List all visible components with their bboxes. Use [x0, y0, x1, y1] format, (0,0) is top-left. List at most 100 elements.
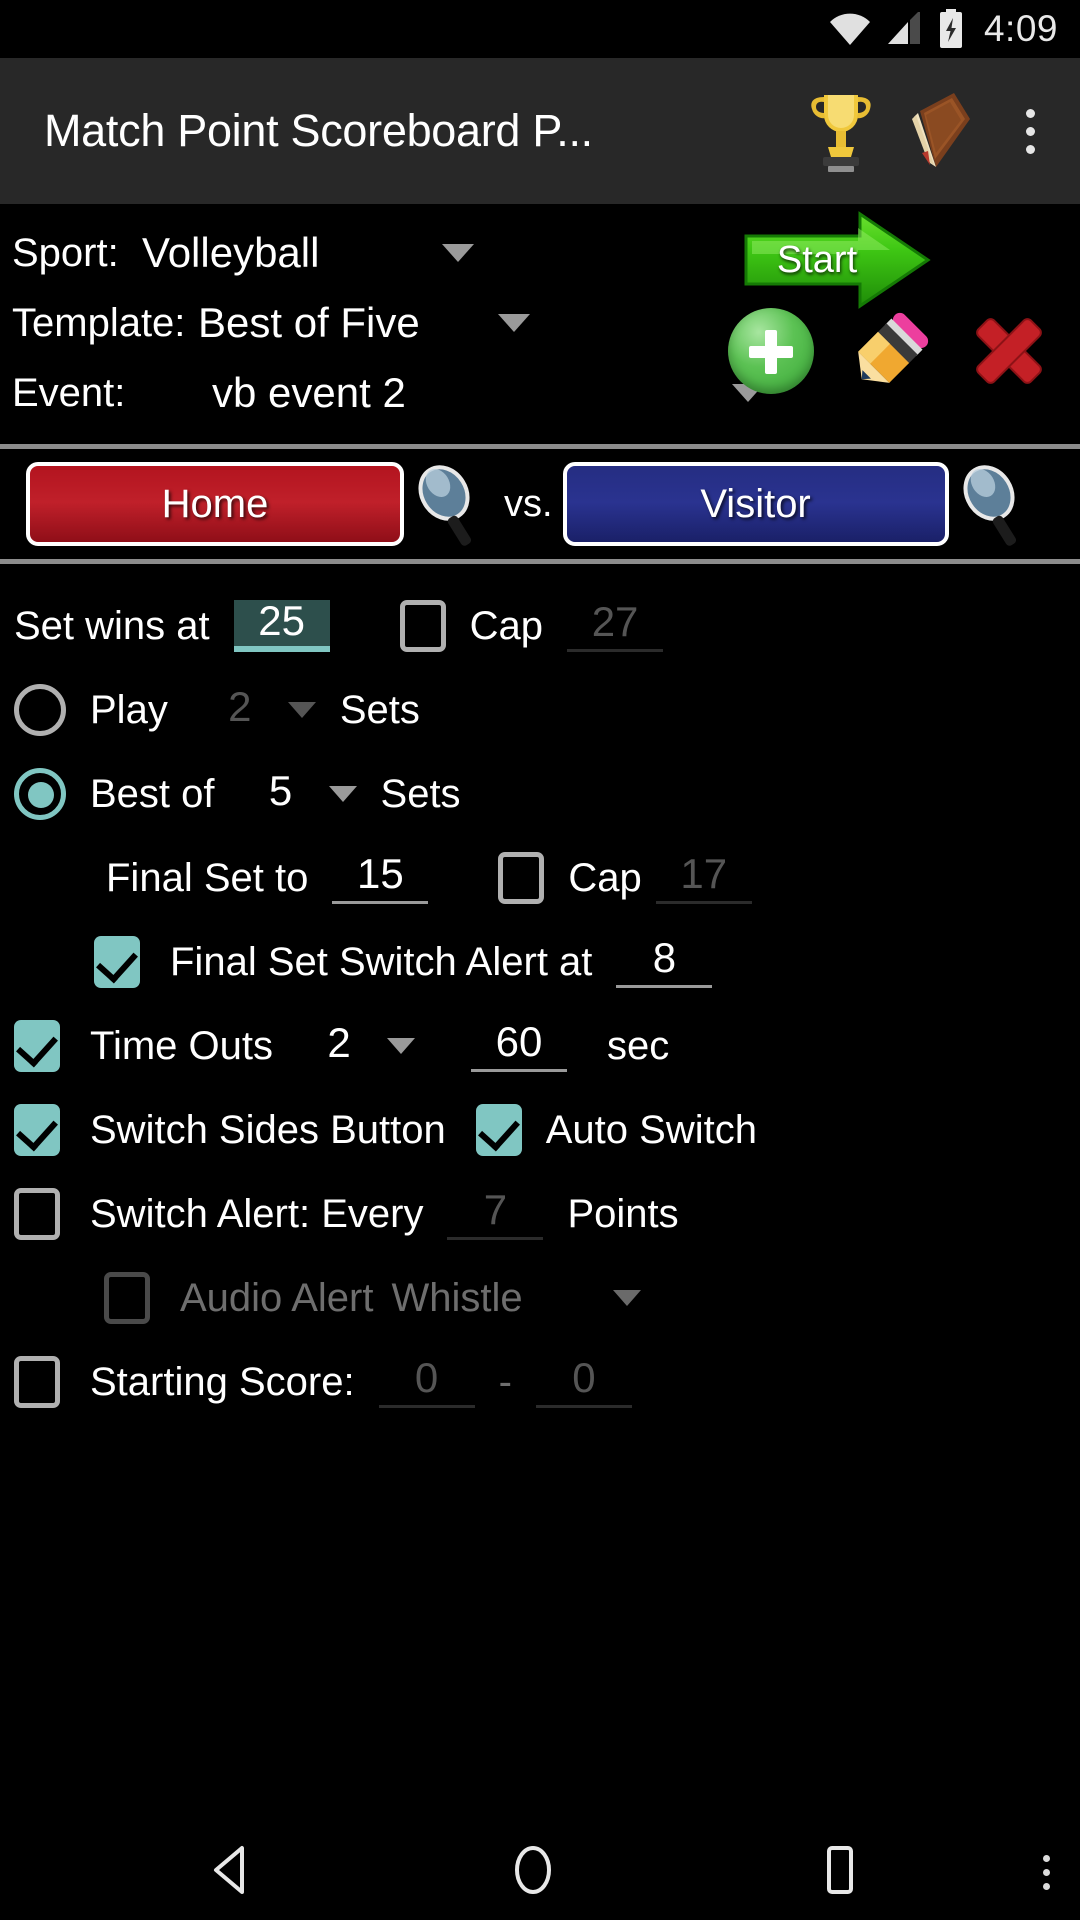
auto-switch-checkbox[interactable] [475, 1104, 522, 1156]
start-label: Start [776, 238, 858, 281]
final-switch-alert-row: Final Set Switch Alert at 8 [14, 920, 1080, 1004]
starting-score-separator: - [498, 1359, 512, 1404]
chevron-down-icon[interactable] [612, 1290, 641, 1306]
switch-alert-checkbox[interactable] [14, 1188, 60, 1240]
home-team-search-icon[interactable] [410, 461, 488, 547]
time-outs-count[interactable]: 2 [291, 1022, 387, 1070]
time-outs-label: Time Outs [90, 1023, 273, 1068]
chevron-down-icon[interactable] [442, 244, 474, 262]
best-of-suffix: Sets [380, 771, 461, 816]
visitor-team-button[interactable]: Visitor [562, 462, 949, 546]
set-wins-row: Set wins at 25 Cap 27 [14, 584, 1080, 668]
app-bar: Match Point Scoreboard P... [0, 58, 1080, 204]
home-icon[interactable] [508, 1844, 558, 1901]
best-of-radio[interactable] [14, 768, 66, 820]
navigation-bar [0, 1824, 1080, 1920]
play-sets-value[interactable]: 2 [192, 686, 288, 734]
battery-charging-icon [938, 9, 964, 49]
set-cap-checkbox[interactable] [399, 600, 446, 652]
app-screen: 4:09 Match Point Scoreboard P... Sport: … [0, 0, 1080, 1920]
final-cap-checkbox[interactable] [498, 852, 545, 904]
final-switch-alert-label: Final Set Switch Alert at [170, 939, 593, 984]
dot [1025, 144, 1035, 154]
home-team-button[interactable]: Home [26, 462, 404, 546]
switch-alert-label: Switch Alert: Every [90, 1191, 424, 1236]
sport-value[interactable]: Volleyball [142, 229, 442, 277]
time-outs-unit: sec [607, 1023, 670, 1068]
team-row: Home vs. Visitor [0, 449, 1080, 559]
chevron-down-icon[interactable] [328, 786, 357, 802]
status-bar: 4:09 [0, 0, 1080, 58]
auto-switch-label: Auto Switch [545, 1107, 757, 1152]
chevron-down-icon[interactable] [387, 1038, 415, 1054]
final-switch-alert-input[interactable]: 8 [616, 936, 713, 988]
set-cap-input[interactable]: 27 [567, 600, 664, 652]
switch-alert-row: Switch Alert: Every 7 Points [14, 1172, 1080, 1256]
visitor-team-search-icon[interactable] [955, 461, 1033, 547]
template-value[interactable]: Best of Five [198, 299, 498, 347]
play-sets-suffix: Sets [339, 687, 420, 732]
best-of-label: Best of [90, 771, 215, 816]
switch-alert-suffix: Points [567, 1191, 679, 1236]
final-set-label: Final Set to [106, 855, 309, 900]
final-cap-input[interactable]: 17 [655, 852, 752, 904]
appbar-actions [804, 89, 1062, 173]
switch-alert-input[interactable]: 7 [447, 1188, 544, 1240]
dot [1043, 1868, 1050, 1876]
audio-alert-checkbox[interactable] [104, 1272, 150, 1324]
audio-alert-label: Audio Alert [180, 1275, 374, 1320]
play-sets-radio[interactable] [14, 684, 66, 736]
trophy-icon[interactable] [804, 89, 878, 173]
play-sets-row[interactable]: Play 2 Sets [14, 668, 1080, 752]
dot [1025, 126, 1035, 136]
status-clock: 4:09 [983, 8, 1058, 49]
template-label: Template: [12, 300, 186, 345]
dot [1025, 108, 1035, 118]
audio-alert-value[interactable]: Whistle [391, 1276, 522, 1321]
sport-label: Sport: [12, 230, 119, 275]
play-label: Play [90, 687, 168, 732]
recents-icon[interactable] [818, 1844, 862, 1901]
settings-section: Set wins at 25 Cap 27 Play 2 Sets Best o… [0, 564, 1080, 1424]
chevron-down-icon[interactable] [287, 702, 316, 718]
time-outs-seconds-input[interactable]: 60 [471, 1020, 567, 1072]
dot [1043, 1854, 1050, 1862]
time-outs-row: Time Outs 2 60 sec [14, 1004, 1080, 1088]
final-switch-alert-checkbox[interactable] [94, 936, 140, 988]
set-wins-label: Set wins at [14, 603, 210, 648]
overflow-menu-icon[interactable] [1008, 108, 1052, 154]
starting-score-visitor-input[interactable]: 0 [535, 1356, 632, 1408]
vs-label: vs. [504, 482, 553, 525]
final-set-input[interactable]: 15 [332, 852, 429, 904]
event-actions [728, 308, 1052, 394]
best-of-value[interactable]: 5 [233, 770, 329, 818]
wifi-icon [828, 12, 872, 46]
starting-score-label: Starting Score: [90, 1359, 355, 1404]
selector-section: Sport: Volleyball Template: Best of Five… [0, 204, 1080, 444]
event-value[interactable]: vb event 2 [212, 369, 732, 417]
chevron-down-icon[interactable] [498, 314, 530, 332]
switch-sides-label: Switch Sides Button [90, 1107, 446, 1152]
page-title: Match Point Scoreboard P... [44, 105, 593, 156]
overflow-icon[interactable] [1043, 1854, 1050, 1890]
starting-score-row: Starting Score: 0 - 0 [14, 1340, 1080, 1424]
dot [1043, 1882, 1050, 1890]
set-wins-input[interactable]: 25 [233, 600, 330, 652]
starting-score-home-input[interactable]: 0 [378, 1356, 475, 1408]
audio-alert-row: Audio Alert Whistle [14, 1256, 1080, 1340]
switch-sides-checkbox[interactable] [14, 1104, 60, 1156]
starting-score-checkbox[interactable] [14, 1356, 60, 1408]
final-set-row: Final Set to 15 Cap 17 [14, 836, 1080, 920]
edit-event-icon[interactable] [848, 309, 932, 393]
set-cap-label: Cap [469, 603, 544, 648]
switch-sides-row: Switch Sides Button Auto Switch [14, 1088, 1080, 1172]
cell-signal-icon [886, 12, 924, 46]
best-of-row[interactable]: Best of 5 Sets [14, 752, 1080, 836]
add-event-icon[interactable] [728, 308, 814, 394]
delete-event-icon[interactable] [966, 308, 1052, 394]
event-label: Event: [12, 370, 126, 415]
start-button[interactable]: Start [740, 210, 934, 310]
book-icon[interactable] [906, 89, 980, 173]
back-icon[interactable] [208, 1844, 256, 1901]
time-outs-checkbox[interactable] [14, 1020, 60, 1072]
